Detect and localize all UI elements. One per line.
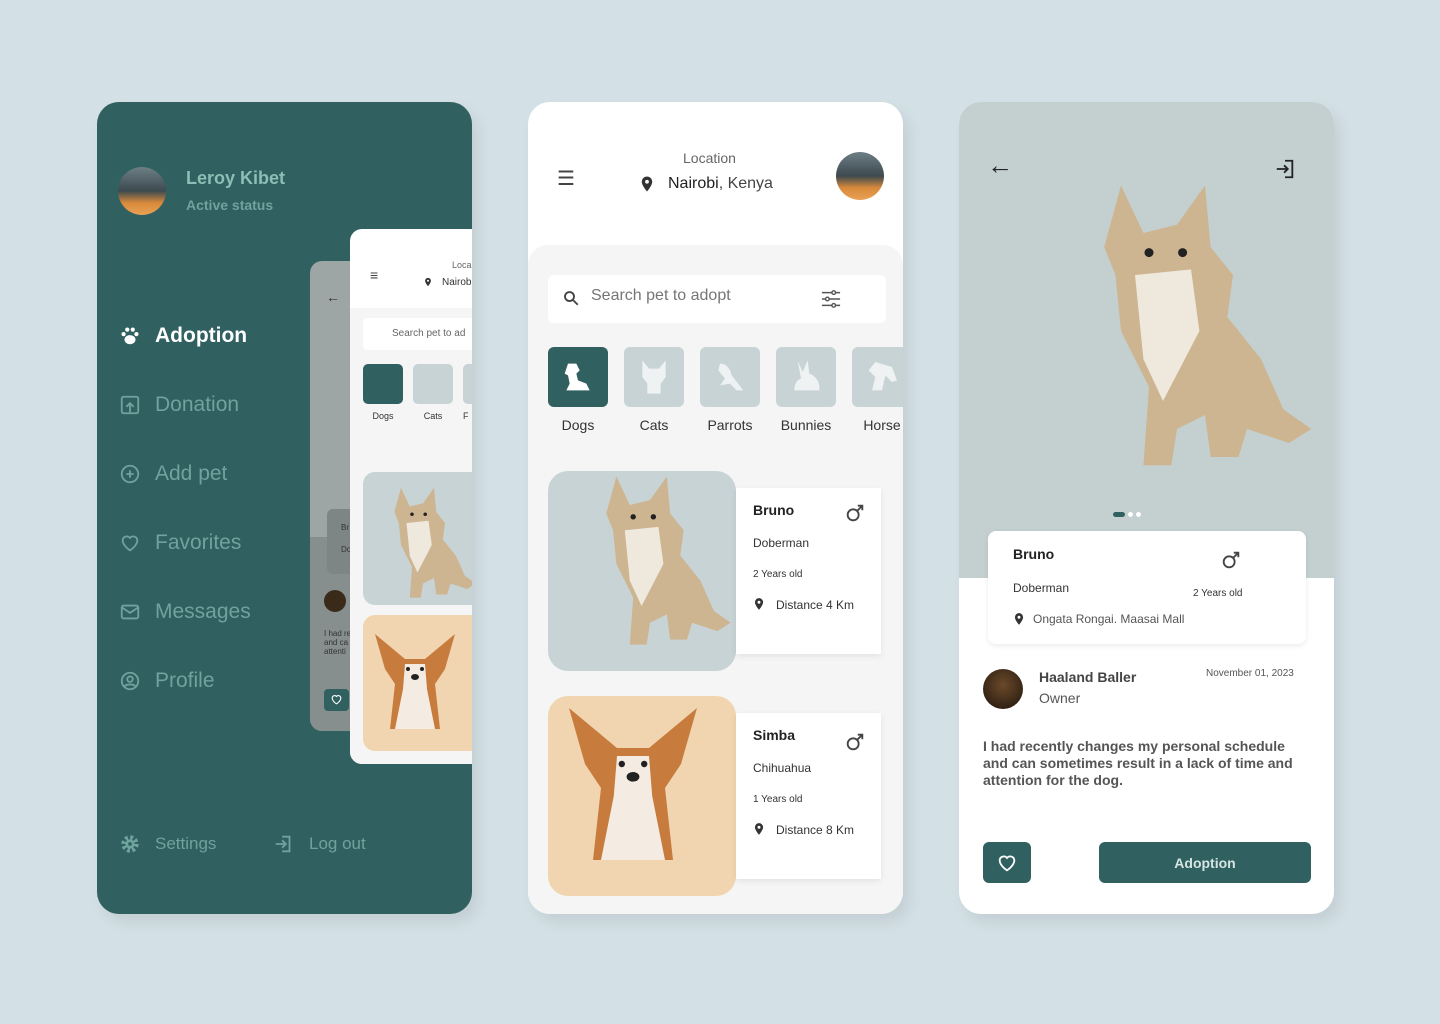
category-bunnies[interactable]: Bunnies <box>776 347 836 433</box>
sidebar-item-messages[interactable]: Messages <box>119 600 251 624</box>
owner-role: Owner <box>1039 690 1081 706</box>
pet-photo <box>1037 162 1317 472</box>
logout-button[interactable]: Log out <box>273 833 366 855</box>
category-dogs[interactable]: Dogs <box>548 347 608 433</box>
preview-favorite-button <box>324 689 349 711</box>
category-label: Bunnies <box>780 417 832 433</box>
settings-button[interactable]: Settings <box>119 833 216 855</box>
pet-breed: Doberman <box>1013 581 1070 595</box>
user-avatar[interactable] <box>118 167 166 215</box>
category-horse[interactable]: Horse <box>852 347 903 433</box>
location-value[interactable]: Nairobi, Kenya <box>668 175 773 193</box>
pet-name: Bruno <box>753 502 795 518</box>
back-arrow-icon: ← <box>326 289 340 305</box>
preview-location: Nairob <box>442 277 472 288</box>
search-input[interactable] <box>591 287 811 305</box>
sidebar-item-label: Adoption <box>155 324 248 347</box>
logout-icon <box>275 835 291 853</box>
owner-name: Haaland Baller <box>1039 669 1137 685</box>
sidebar-item-favorites[interactable]: Favorites <box>119 531 241 555</box>
user-circle-icon <box>120 671 140 691</box>
category-label: Dogs <box>561 417 595 433</box>
location-pin-icon <box>1012 612 1026 626</box>
carousel-indicator <box>1113 512 1141 517</box>
sidebar-item-label: Donation <box>155 393 240 416</box>
preview-text: I had re and ca attenti <box>324 629 352 656</box>
pet-card-simba[interactable]: Simba Chihuahua 1 Years old Distance 8 K… <box>736 713 881 879</box>
pet-detail-screen: ← Bruno Doberman 2 Years old Ongata Rong… <box>959 102 1334 914</box>
location-pin-icon <box>752 597 766 611</box>
back-arrow-icon[interactable]: ← <box>987 150 1013 181</box>
sidebar-item-label: Profile <box>155 669 215 692</box>
pet-breed: Doberman <box>753 536 810 550</box>
male-icon <box>844 731 866 753</box>
user-avatar[interactable] <box>836 152 884 200</box>
male-icon <box>844 502 866 524</box>
preview-cat: Dogs <box>372 411 394 421</box>
plus-circle-icon <box>120 464 140 484</box>
home-preview: ≡ Loca Nairob Search pet to ad Dogs Cats… <box>350 229 472 764</box>
pet-image-bruno[interactable] <box>548 471 736 671</box>
location-pin-icon <box>638 175 656 193</box>
sidebar-item-adoption[interactable]: Adoption <box>119 324 247 348</box>
logout-label: Log out <box>309 834 366 853</box>
category-label: Horse <box>863 417 901 433</box>
preview-owner-avatar <box>324 590 346 612</box>
pet-info-card: Bruno Doberman 2 Years old Ongata Rongai… <box>988 531 1306 644</box>
category-parrots[interactable]: Parrots <box>700 347 760 433</box>
user-name: Leroy Kibet <box>186 168 286 188</box>
location-label: Location <box>683 150 736 166</box>
preview-cat: Cats <box>423 411 443 421</box>
menu-icon[interactable]: ☰ <box>557 166 575 191</box>
category-label: Cats <box>639 417 669 433</box>
filter-icon[interactable] <box>820 289 842 309</box>
pet-name: Simba <box>753 727 796 743</box>
pet-distance: Distance 4 Km <box>776 598 855 612</box>
donation-icon <box>120 395 140 415</box>
search-icon <box>564 291 579 306</box>
pet-card-bruno[interactable]: Bruno Doberman 2 Years old Distance 4 Km <box>736 488 881 654</box>
user-status: Active status <box>186 197 274 213</box>
pet-distance: Distance 8 Km <box>776 823 855 837</box>
sidebar-item-label: Messages <box>155 600 251 623</box>
mail-icon <box>120 604 140 620</box>
sidebar-item-profile[interactable]: Profile <box>119 669 215 693</box>
pet-description: I had recently changes my personal sched… <box>983 738 1293 788</box>
category-label: Parrots <box>707 417 753 433</box>
pet-age: 1 Years old <box>753 794 803 805</box>
preview-cat: F <box>463 411 469 421</box>
pet-image-simba[interactable] <box>548 696 736 896</box>
pet-age: 2 Years old <box>1193 588 1243 599</box>
male-icon <box>1220 549 1242 571</box>
adoption-button[interactable]: Adoption <box>1099 842 1311 883</box>
settings-label: Settings <box>155 834 217 853</box>
preview-search: Search pet to ad <box>363 318 472 350</box>
sidebar-item-add-pet[interactable]: Add pet <box>119 462 227 486</box>
pet-location: Ongata Rongai. Maasai Mall <box>1033 612 1185 626</box>
sidebar-menu-screen: Leroy Kibet Active status Adoption Donat… <box>97 102 472 914</box>
search-bar[interactable] <box>548 275 886 323</box>
heart-icon <box>119 532 141 554</box>
pet-name: Bruno <box>1013 546 1055 562</box>
paw-icon <box>121 327 139 345</box>
post-date: November 01, 2023 <box>1206 668 1294 679</box>
sidebar-item-label: Add pet <box>155 462 228 485</box>
category-cats[interactable]: Cats <box>624 347 684 433</box>
home-screen: ☰ Location Nairobi, Kenya Dogs Cats Parr… <box>528 102 903 914</box>
favorite-button[interactable] <box>983 842 1031 883</box>
location-pin-icon <box>752 822 766 836</box>
sidebar-item-donation[interactable]: Donation <box>119 393 239 417</box>
heart-icon <box>996 852 1018 874</box>
pet-age: 2 Years old <box>753 569 803 580</box>
sidebar-item-label: Favorites <box>155 531 242 554</box>
owner-avatar[interactable] <box>983 669 1023 709</box>
preview-location-label: Loca <box>452 260 472 270</box>
pet-breed: Chihuahua <box>753 761 812 775</box>
gear-icon <box>121 835 139 853</box>
